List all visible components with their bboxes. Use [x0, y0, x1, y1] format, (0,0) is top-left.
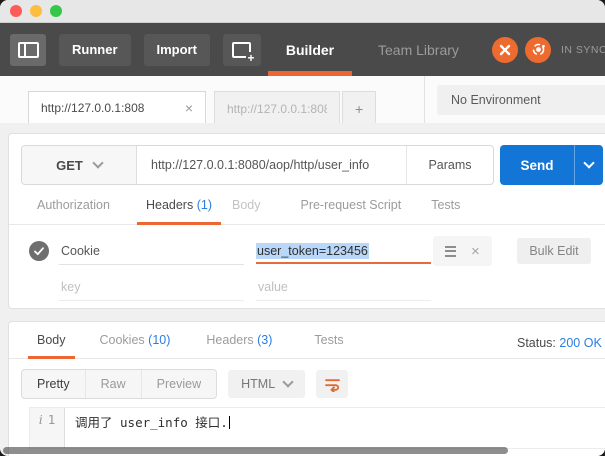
sidebar-layout-icon [18, 42, 39, 58]
horizontal-scrollbar[interactable] [3, 447, 508, 454]
bulk-edit-button[interactable]: Bulk Edit [517, 238, 591, 264]
environment-label: No Environment [451, 93, 541, 107]
close-window-button[interactable] [10, 5, 22, 17]
send-split-button: Send [500, 145, 603, 185]
header-value-field[interactable]: user_token=123456 [256, 239, 431, 264]
checkmark-icon [34, 247, 44, 256]
request-section-tabs: Authorization Headers (1) Body Pre-reque… [9, 198, 605, 225]
tab-headers[interactable]: Headers (1) [146, 198, 212, 224]
send-button[interactable]: Send [500, 145, 574, 185]
tab-builder[interactable]: Builder [268, 23, 352, 76]
main-content: GET http://127.0.0.1:8080/aop/http/user_… [0, 123, 605, 456]
chevron-down-icon [92, 157, 103, 168]
response-panel: Body Cookies (10) Headers (3) Tests Stat… [8, 321, 605, 456]
header-row-actions: × [433, 236, 492, 266]
interceptor-icon[interactable] [492, 37, 518, 63]
response-status: Status: 200 OK [517, 336, 602, 350]
request-url-bar: GET http://127.0.0.1:8080/aop/http/user_… [21, 145, 605, 185]
presets-menu-icon[interactable] [445, 246, 456, 257]
new-header-value-input[interactable] [256, 274, 431, 301]
sync-glyph [531, 42, 546, 57]
response-body-editor[interactable]: i 1 调用了 user_info 接口. [29, 407, 605, 449]
tab-body[interactable]: Body [232, 198, 261, 224]
tab-pre-request-script[interactable]: Pre-request Script [300, 198, 401, 224]
headers-label: Headers [146, 198, 193, 212]
status-label: Status: [517, 336, 556, 350]
view-preview-button[interactable]: Preview [141, 370, 216, 398]
format-label: HTML [241, 377, 275, 391]
method-dropdown[interactable]: GET [22, 146, 137, 184]
request-tab-active[interactable]: http://127.0.0.1:808 × [28, 91, 206, 125]
text-cursor [229, 416, 230, 429]
runner-button[interactable]: Runner [59, 34, 131, 66]
new-header-key-input[interactable] [59, 274, 244, 301]
chevron-down-icon [583, 157, 594, 168]
chevron-down-icon [283, 376, 294, 387]
response-body-text: 调用了 user_info 接口. [75, 415, 228, 430]
params-button[interactable]: Params [407, 146, 493, 184]
fold-marker: i [39, 412, 43, 448]
postman-window: Runner Import Builder Team Library [0, 0, 605, 456]
request-builder-panel: GET http://127.0.0.1:8080/aop/http/user_… [8, 133, 605, 309]
headers-count-badge: (1) [197, 198, 212, 212]
tab-team-library[interactable]: Team Library [378, 42, 459, 58]
request-tab-title: http://127.0.0.1:8080/aop [227, 102, 327, 116]
tab-authorization[interactable]: Authorization [37, 198, 110, 224]
status-value: 200 OK [559, 336, 601, 350]
method-label: GET [56, 158, 83, 173]
window-titlebar [0, 0, 605, 23]
delete-header-icon[interactable]: × [471, 244, 480, 259]
view-mode-switch: Pretty Raw Preview [21, 369, 217, 399]
header-row-cookie: Cookie user_token=123456 × Bulk Edit [9, 236, 605, 266]
new-window-icon [232, 42, 251, 58]
minimize-window-button[interactable] [30, 5, 42, 17]
new-tab-button[interactable]: + [342, 91, 376, 125]
selected-text: user_token=123456 [256, 243, 369, 259]
view-pretty-button[interactable]: Pretty [22, 370, 85, 398]
response-body-line: 调用了 user_info 接口. [65, 408, 230, 448]
header-enabled-checkbox[interactable] [29, 241, 49, 261]
send-options-button[interactable] [574, 145, 603, 185]
tab-response-headers[interactable]: Headers (3) [206, 333, 272, 358]
cookies-count-badge: (10) [148, 333, 170, 347]
sidebar-toggle-button[interactable] [10, 34, 46, 66]
view-switcher: Builder Team Library [268, 23, 459, 76]
response-headers-label: Headers [206, 333, 253, 347]
interceptor-glyph [498, 43, 512, 57]
view-raw-button[interactable]: Raw [85, 370, 141, 398]
close-tab-icon[interactable]: × [185, 100, 193, 116]
import-button[interactable]: Import [144, 34, 210, 66]
editor-gutter: i 1 [30, 408, 65, 448]
url-input[interactable]: http://127.0.0.1:8080/aop/http/user_info [137, 146, 407, 184]
header-key-field[interactable]: Cookie [59, 238, 244, 265]
request-tab-strip: http://127.0.0.1:808 × http://127.0.0.1:… [0, 76, 605, 125]
toolbar-right-group: IN SYNC [492, 23, 605, 76]
request-tab-title: http://127.0.0.1:808 [41, 101, 144, 115]
params-label: Params [428, 158, 471, 172]
url-group: GET http://127.0.0.1:8080/aop/http/user_… [21, 145, 494, 185]
strip-divider [424, 76, 425, 124]
tab-response-tests[interactable]: Tests [314, 333, 343, 358]
sync-icon[interactable] [525, 37, 551, 63]
tab-response-body[interactable]: Body [37, 333, 66, 358]
cookies-label: Cookies [100, 333, 145, 347]
request-tab-inactive[interactable]: http://127.0.0.1:8080/aop [214, 91, 340, 125]
response-headers-count-badge: (3) [257, 333, 272, 347]
zoom-window-button[interactable] [50, 5, 62, 17]
header-row-empty [9, 272, 605, 302]
tab-tests[interactable]: Tests [431, 198, 460, 224]
new-window-button[interactable] [223, 34, 261, 66]
url-text: http://127.0.0.1:8080/aop/http/user_info [151, 158, 369, 172]
open-request-tabs: http://127.0.0.1:808 × http://127.0.0.1:… [28, 91, 376, 125]
word-wrap-button[interactable] [316, 370, 348, 398]
environment-selector[interactable]: No Environment [437, 85, 605, 115]
line-number: 1 [48, 412, 56, 448]
response-section-tabs: Body Cookies (10) Headers (3) Tests Stat… [9, 322, 605, 359]
word-wrap-icon [324, 377, 341, 392]
sync-status-label: IN SYNC [561, 44, 605, 56]
response-view-bar: Pretty Raw Preview HTML [21, 369, 605, 399]
main-toolbar: Runner Import Builder Team Library [0, 23, 605, 76]
tab-response-cookies[interactable]: Cookies (10) [100, 333, 171, 358]
format-dropdown[interactable]: HTML [228, 370, 305, 398]
